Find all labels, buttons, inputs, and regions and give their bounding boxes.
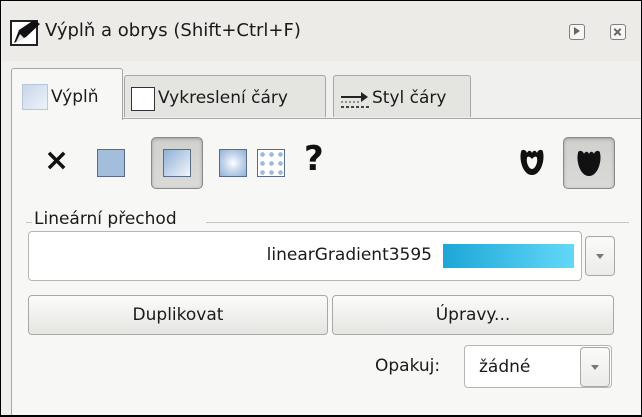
fill-and-stroke-icon [10,20,40,46]
nonzero-icon [577,150,601,176]
gradient-section-label: Lineární přechod [34,209,177,229]
tab-stroke-paint[interactable]: Vykreslení čáry [124,75,326,117]
edit-button[interactable]: Úpravy... [332,295,614,335]
radial-gradient-icon [219,149,247,177]
pattern-button[interactable] [257,149,285,177]
fill-rule-evenodd-button[interactable] [517,147,547,177]
pattern-icon [257,149,285,177]
fill-stroke-dialog: Výplň a obrys (Shift+Ctrl+F) Výplň Vykre… [0,0,642,417]
window-title: Výplň a obrys (Shift+Ctrl+F) [45,20,301,41]
fill-tab-icon [22,84,48,110]
duplicate-button[interactable]: Duplikovat [28,295,328,335]
tab-stroke-paint-label: Vykreslení čáry [158,88,288,108]
fill-rule-nonzero-button[interactable] [563,137,615,189]
tab-stroke-style[interactable]: Styl čáry [333,75,471,117]
section-divider [26,222,32,223]
flat-color-icon [97,149,125,177]
gradient-select[interactable]: linearGradient3595 [28,231,582,281]
play-icon[interactable] [569,24,585,40]
linear-gradient-icon [163,149,191,177]
no-paint-icon: × [44,143,70,178]
radial-gradient-button[interactable] [219,149,247,177]
stroke-paint-tab-icon [131,87,155,111]
tab-fill-label: Výplň [51,87,99,107]
tab-stroke-style-label: Styl čáry [372,88,447,108]
close-icon[interactable] [610,24,626,40]
stroke-style-tab-icon [341,92,369,108]
section-divider [206,222,629,223]
no-paint-button[interactable]: × [41,143,69,178]
tab-fill[interactable]: Výplň [11,68,123,120]
gradient-dropdown-button[interactable] [585,236,615,276]
linear-gradient-button[interactable] [151,137,203,189]
gradient-preview [443,244,574,268]
repeat-select[interactable]: žádné [464,345,612,388]
question-mark-icon: ? [304,139,324,179]
evenodd-icon [520,149,544,175]
gradient-name: linearGradient3595 [266,245,432,265]
repeat-label: Opakuj: [375,356,441,376]
unset-paint-button[interactable]: ? [301,139,329,179]
title-bar: Výplň a obrys (Shift+Ctrl+F) [1,1,641,61]
repeat-value: žádné [479,357,531,377]
repeat-dropdown-button[interactable] [580,347,610,387]
flat-color-button[interactable] [97,149,125,177]
